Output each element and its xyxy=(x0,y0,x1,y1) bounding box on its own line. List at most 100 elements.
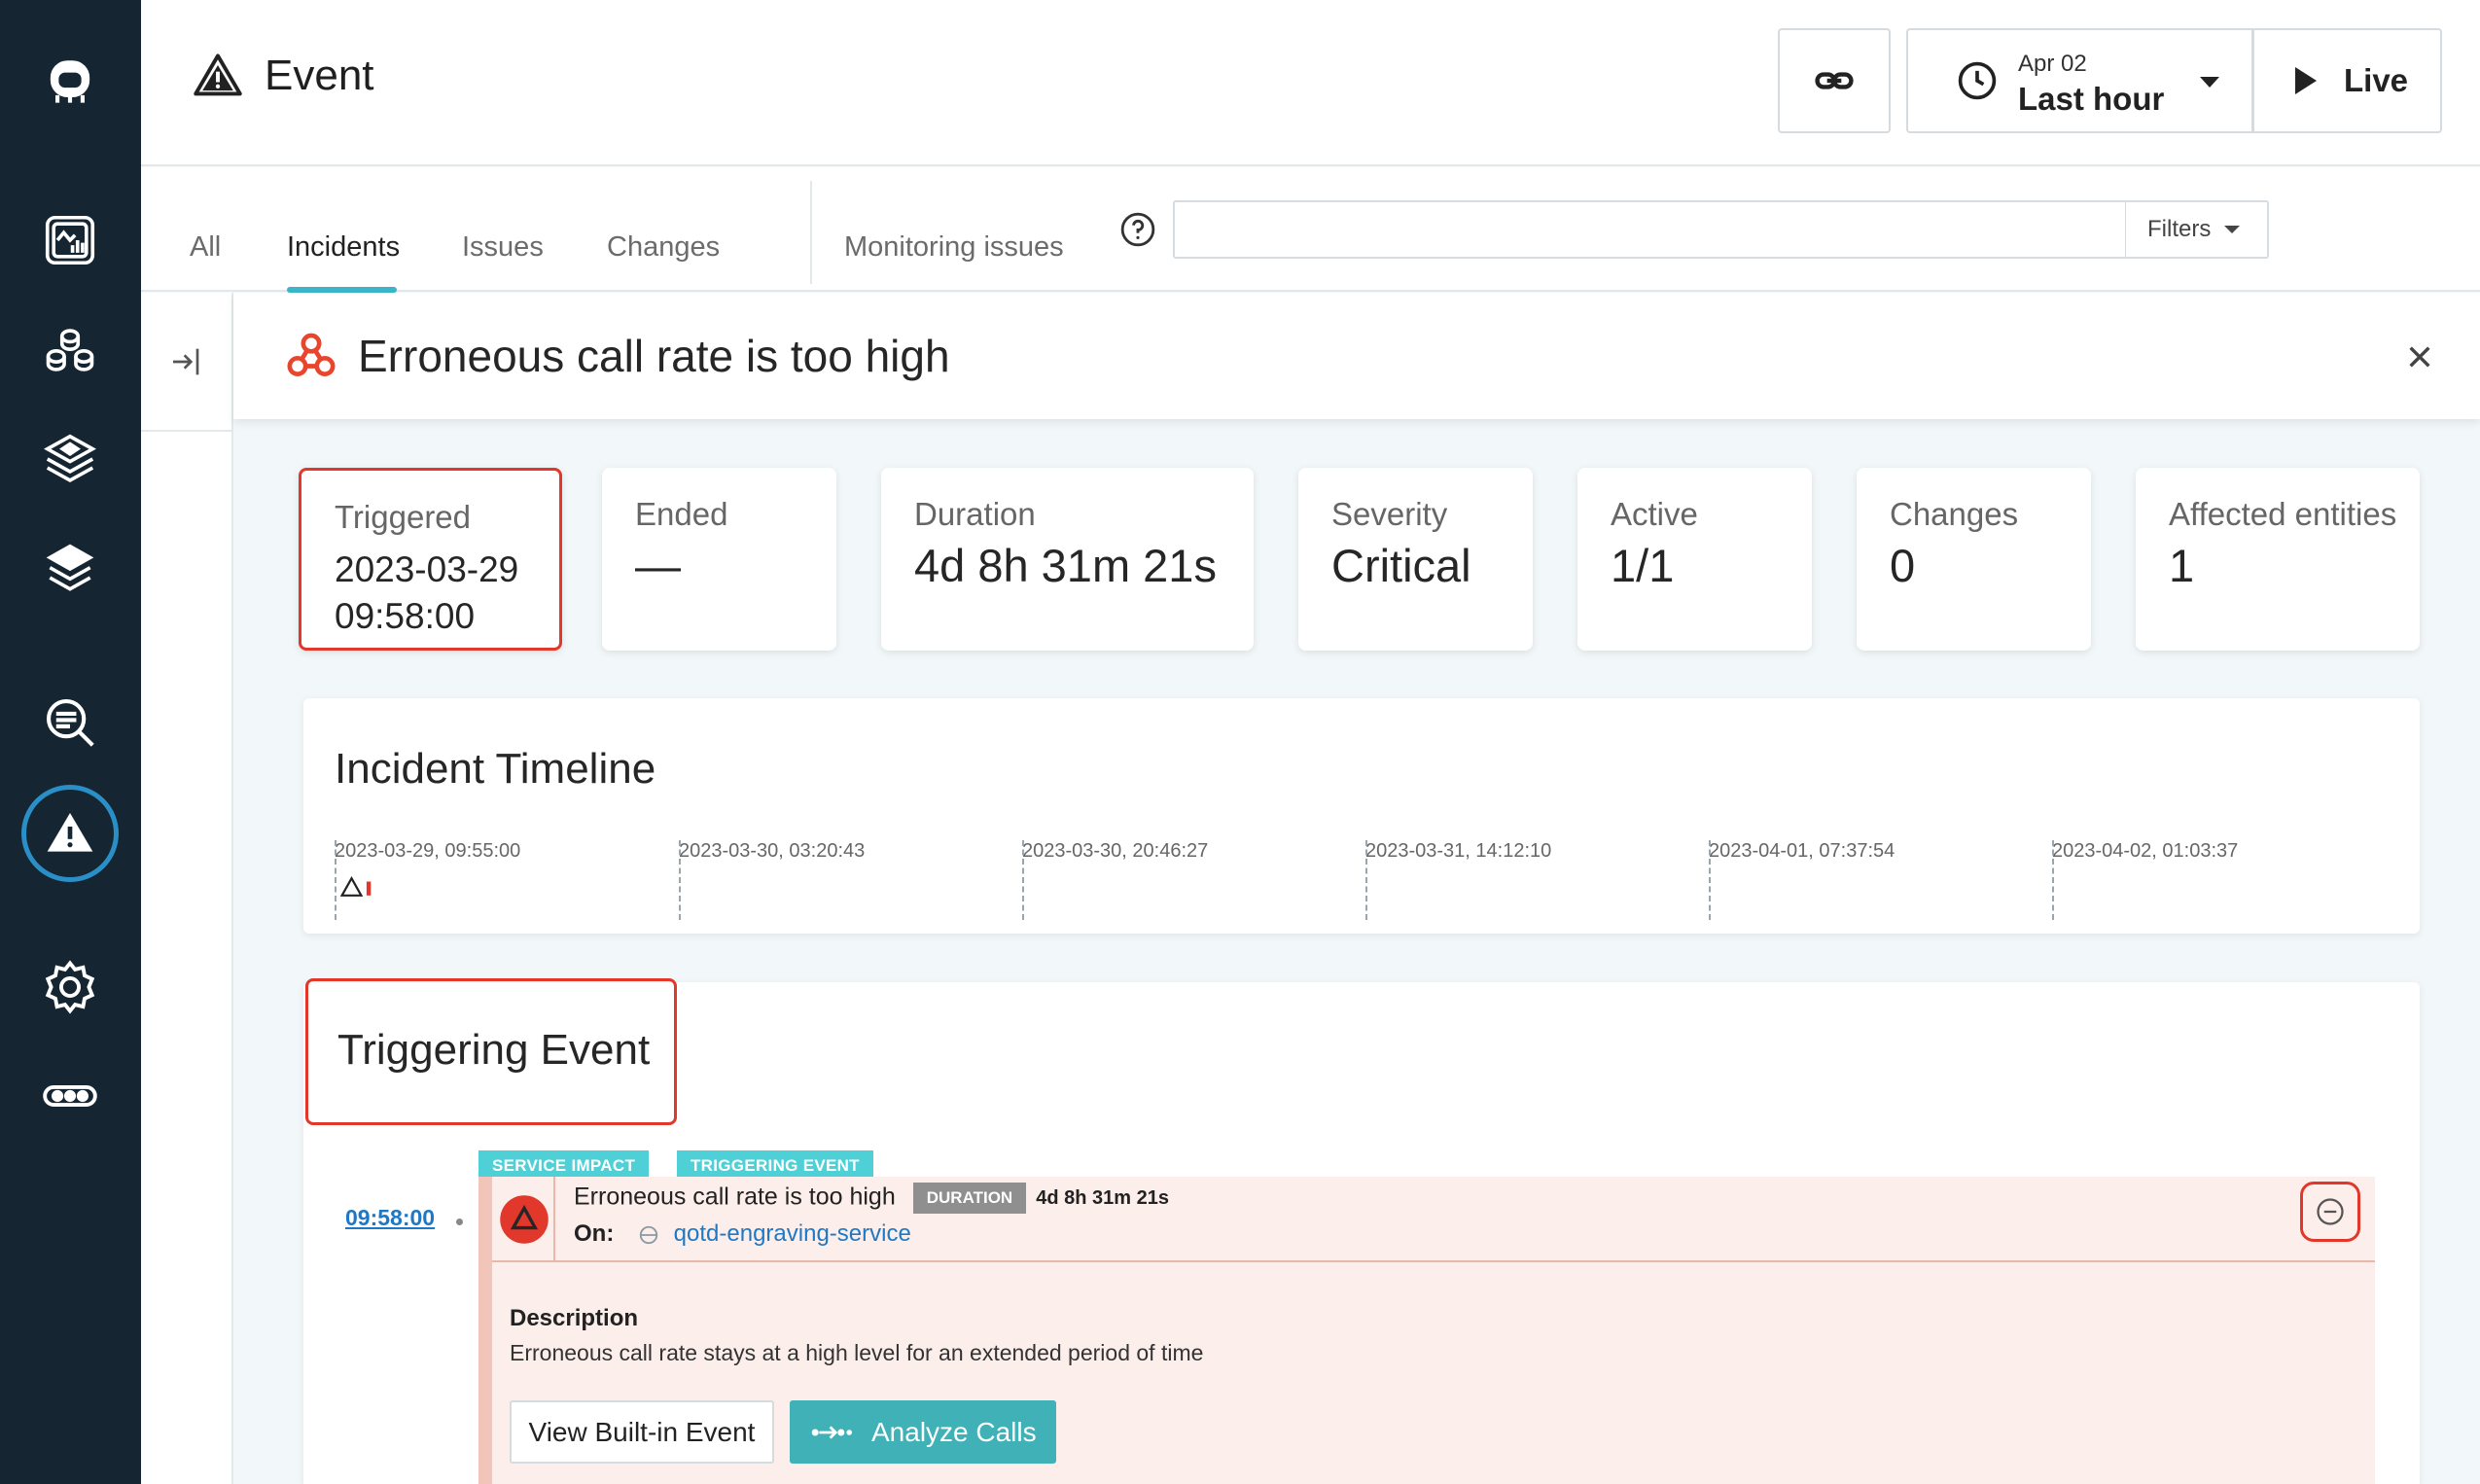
timeline-gridline xyxy=(1709,840,1711,920)
live-button[interactable]: Live xyxy=(2253,28,2442,133)
card-label: Duration xyxy=(914,496,1036,532)
timeline-tick: 2023-03-31, 14:12:10 xyxy=(1365,840,1552,862)
dashboard-icon[interactable] xyxy=(31,201,109,279)
more-icon[interactable] xyxy=(31,1057,109,1135)
time-range-date: Apr 02 xyxy=(2018,51,2087,77)
tab-bar: All Incidents Issues Changes Monitoring … xyxy=(141,167,2480,293)
settings-icon[interactable] xyxy=(31,948,109,1026)
timeline-tick: 2023-03-30, 20:46:27 xyxy=(1022,840,1209,862)
analytics-search-icon[interactable] xyxy=(31,684,109,761)
incident-title: Erroneous call rate is too high xyxy=(358,331,950,381)
card-value: — xyxy=(635,540,681,591)
timeline-dot xyxy=(456,1219,463,1225)
event-title: Erroneous call rate is too high xyxy=(574,1183,896,1211)
card-label: Changes xyxy=(1890,496,2019,532)
page-title-text: Event xyxy=(265,52,374,99)
card-value: Critical xyxy=(1331,540,1471,591)
card-changes: Changes 0 xyxy=(1857,468,2091,651)
incident-header: Erroneous call rate is too high xyxy=(233,293,2480,419)
app-logo-icon[interactable] xyxy=(31,44,109,122)
clock-icon xyxy=(1958,61,1997,100)
event-detail: Erroneous call rate is too high DURATION 4… xyxy=(478,1177,2375,1484)
tab-changes[interactable]: Changes xyxy=(607,231,720,264)
event-time-link[interactable]: 09:58:00 xyxy=(345,1205,435,1231)
card-label: Affected entities xyxy=(2169,496,2397,532)
tab-all[interactable]: All xyxy=(190,231,221,264)
applications-icon[interactable] xyxy=(31,311,109,389)
timeline-gridline xyxy=(335,840,337,920)
card-value: 1 xyxy=(2169,540,2195,591)
card-value: 0 xyxy=(1890,540,1916,591)
warning-icon xyxy=(194,53,242,96)
service-link[interactable]: qotd-engraving-service xyxy=(674,1220,911,1247)
tab-issues[interactable]: Issues xyxy=(462,231,544,264)
event-on-row: On: qotd-engraving-service xyxy=(574,1220,911,1248)
card-duration: Duration 4d 8h 31m 21s xyxy=(881,468,1254,651)
filters-label: Filters xyxy=(2147,216,2212,242)
duration-badge: DURATION xyxy=(912,1183,1027,1214)
time-range-picker[interactable]: Apr 02 Last hour xyxy=(1906,28,2253,133)
timeline-title: Incident Timeline xyxy=(335,745,656,793)
chevron-down-icon xyxy=(2224,226,2241,233)
infrastructure-icon[interactable] xyxy=(31,530,109,608)
timeline-tick: 2023-04-02, 01:03:37 xyxy=(2052,840,2239,862)
card-label: Triggered xyxy=(335,499,472,535)
tab-incidents[interactable]: Incidents xyxy=(287,231,400,264)
card-label: Active xyxy=(1611,496,1698,532)
copy-link-button[interactable] xyxy=(1778,28,1891,133)
expand-in-icon xyxy=(172,348,198,374)
card-affected-entities: Affected entities 1 xyxy=(2136,468,2420,651)
view-built-in-event-button[interactable]: View Built-in Event xyxy=(510,1400,774,1464)
collapse-icon xyxy=(2317,1198,2344,1225)
on-label: On: xyxy=(574,1220,615,1247)
card-triggered: Triggered 2023-03-29 09:58:00 xyxy=(299,468,562,651)
search-input[interactable] xyxy=(1173,200,2149,259)
timeline-tick: 2023-03-30, 03:20:43 xyxy=(679,840,866,862)
timeline-gridline xyxy=(1365,840,1367,920)
card-severity: Severity Critical xyxy=(1298,468,1533,651)
duration-value: 4d 8h 31m 21s xyxy=(1036,1186,1169,1209)
expand-panel-button[interactable] xyxy=(141,293,233,432)
time-range-label: Last hour xyxy=(2018,81,2165,117)
page-title: Event xyxy=(193,51,374,101)
description-label: Description xyxy=(510,1305,639,1331)
link-icon xyxy=(1815,72,1854,89)
description-text: Erroneous call rate stays at a high leve… xyxy=(510,1340,1204,1365)
incident-icon xyxy=(287,333,336,376)
card-value: 1/1 xyxy=(1611,540,1675,591)
analyze-calls-label: Analyze Calls xyxy=(871,1416,1037,1447)
triggering-event-title-box: Triggering Event xyxy=(305,978,677,1125)
timeline-event-marker-icon[interactable] xyxy=(340,876,373,898)
platforms-icon[interactable] xyxy=(31,420,109,498)
sidebar xyxy=(0,0,141,1484)
play-icon xyxy=(2295,67,2317,94)
left-panel xyxy=(141,293,233,1484)
service-icon xyxy=(639,1225,658,1244)
critical-severity-icon xyxy=(500,1195,549,1244)
card-label: Ended xyxy=(635,496,728,532)
collapse-button[interactable] xyxy=(2300,1182,2360,1242)
view-built-in-event-label: View Built-in Event xyxy=(528,1416,756,1447)
card-value: 4d 8h 31m 21s xyxy=(914,540,1217,591)
event-title-row: Erroneous call rate is too high DURATION 4… xyxy=(574,1183,1169,1214)
top-bar: Event Apr 02 Last hour Live xyxy=(141,0,2480,166)
filters-button[interactable]: Filters xyxy=(2125,200,2269,259)
card-value: 2023-03-29 09:58:00 xyxy=(335,549,519,636)
incident-timeline-panel: Incident Timeline 2023-03-29, 09:55:00 2… xyxy=(303,698,2420,934)
events-nav-active[interactable] xyxy=(21,785,119,882)
event-severity-column xyxy=(492,1177,555,1262)
warning-icon xyxy=(47,813,93,852)
timeline-tick: 2023-04-01, 07:37:54 xyxy=(1709,840,1895,862)
event-header: Erroneous call rate is too high DURATION 4… xyxy=(492,1177,2375,1262)
card-active: Active 1/1 xyxy=(1577,468,1812,651)
chevron-down-icon xyxy=(2200,77,2219,88)
tab-monitoring-issues[interactable]: Monitoring issues xyxy=(844,231,1064,264)
close-icon[interactable] xyxy=(2404,341,2435,372)
card-label: Severity xyxy=(1331,496,1448,532)
help-icon[interactable] xyxy=(1119,211,1156,248)
analyze-calls-icon xyxy=(811,1425,852,1439)
card-ended: Ended — xyxy=(602,468,836,651)
analyze-calls-button[interactable]: Analyze Calls xyxy=(790,1400,1056,1464)
tab-divider xyxy=(810,181,812,284)
timeline-tick: 2023-03-29, 09:55:00 xyxy=(335,840,521,862)
